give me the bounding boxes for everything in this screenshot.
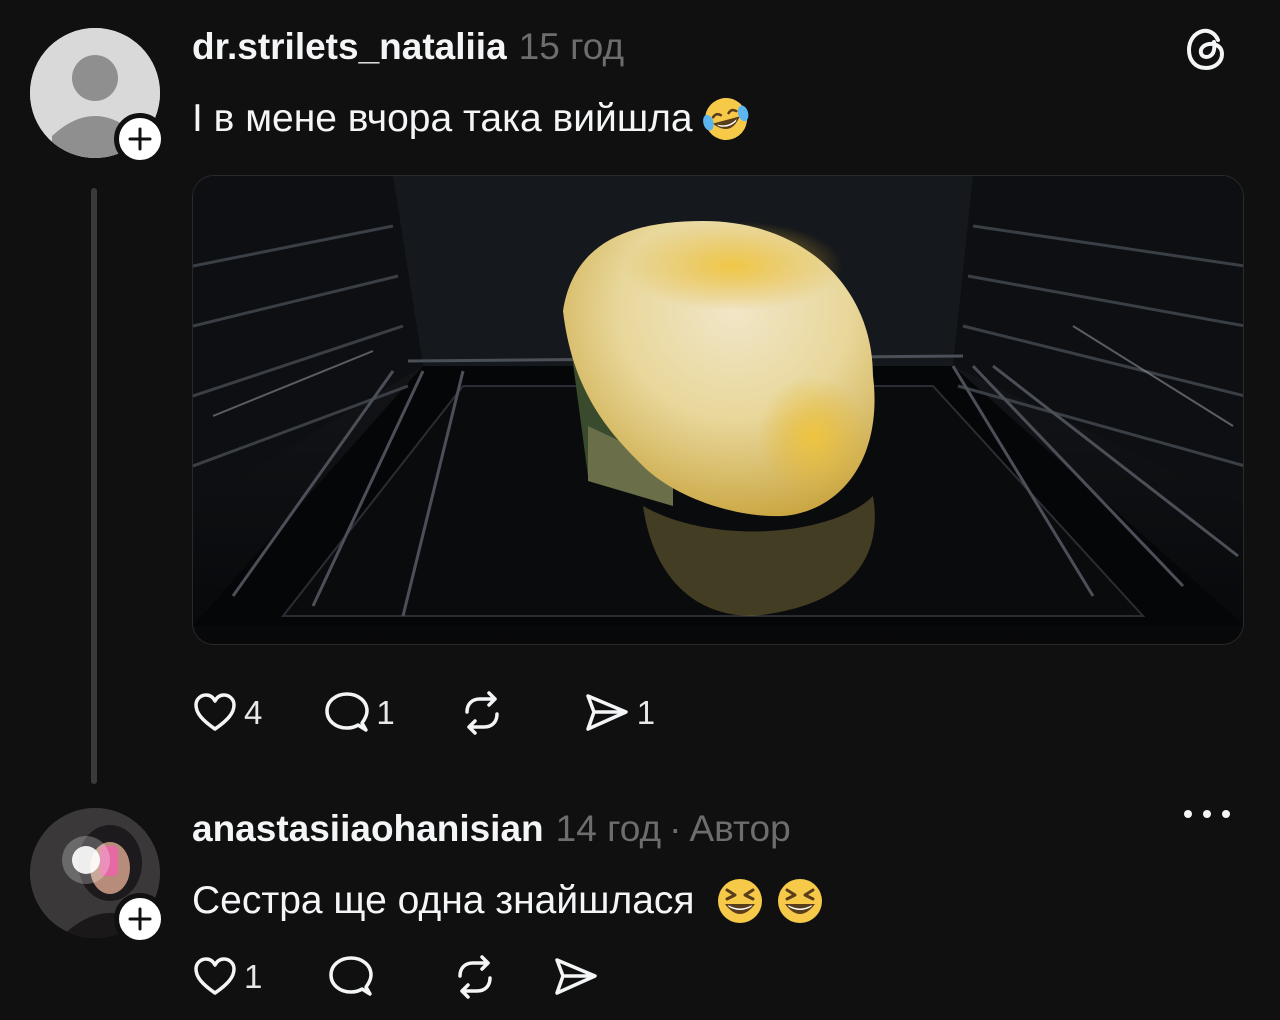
post-text-line: І в мене вчора така вийшла (192, 92, 753, 146)
reply-button[interactable] (328, 954, 374, 1000)
reply-count: 1 (376, 694, 395, 731)
post-actions: 4 1 1 (192, 690, 655, 736)
share-button[interactable] (552, 954, 600, 1000)
grinning-squinting-face-emoji (777, 879, 822, 923)
rolling-on-floor-laughing-emoji (702, 98, 748, 140)
reply-button[interactable]: 1 (324, 690, 395, 736)
send-icon (585, 694, 628, 731)
timestamp: 14 год (555, 808, 662, 849)
heart-icon (194, 957, 236, 995)
follow-button[interactable] (114, 893, 166, 945)
like-count: 4 (244, 694, 263, 731)
follow-button[interactable] (114, 113, 166, 165)
username[interactable]: anastasiiaohanisian (192, 808, 544, 850)
post-actions: 1 (192, 954, 600, 1000)
reply-post: dr.strilets_nataliia 15 год І в мене вчо… (0, 0, 1280, 790)
plus-icon (128, 127, 152, 151)
thread-line (91, 188, 97, 784)
grinning-squinting-face-emoji (717, 879, 762, 923)
separator-dot: · (669, 808, 682, 849)
username[interactable]: dr.strilets_nataliia (192, 26, 507, 68)
loaf-in-oven-photo (193, 176, 1243, 644)
comment-icon (329, 956, 374, 996)
repost-button[interactable] (457, 690, 507, 736)
post-text-line: Сестра ще одна знайшлася (192, 874, 827, 928)
like-button[interactable]: 4 (192, 690, 262, 736)
more-options-icon[interactable] (1182, 804, 1232, 824)
plus-icon (128, 907, 152, 931)
comment-icon (325, 692, 370, 732)
reply-post: anastasiiaohanisian 14 год · Автор Сестр… (0, 790, 1280, 1020)
post-text: І в мене вчора така вийшла (192, 97, 693, 140)
timestamp: 15 год (518, 26, 625, 67)
post-photo[interactable] (192, 175, 1244, 645)
post-header: dr.strilets_nataliia 15 год (192, 26, 624, 68)
post-header: anastasiiaohanisian 14 год · Автор (192, 808, 791, 850)
repost-icon (464, 691, 499, 735)
author-badge: Автор (689, 808, 791, 849)
like-button[interactable]: 1 (192, 954, 262, 1000)
heart-icon (194, 693, 236, 731)
share-button[interactable]: 1 (583, 690, 655, 736)
share-count: 1 (636, 694, 656, 731)
send-icon (555, 958, 598, 995)
repost-icon (458, 955, 493, 999)
like-count: 1 (244, 958, 263, 995)
repost-button[interactable] (450, 954, 500, 1000)
threads-logo-icon[interactable] (1182, 24, 1232, 74)
post-text: Сестра ще одна знайшлася (192, 879, 695, 922)
